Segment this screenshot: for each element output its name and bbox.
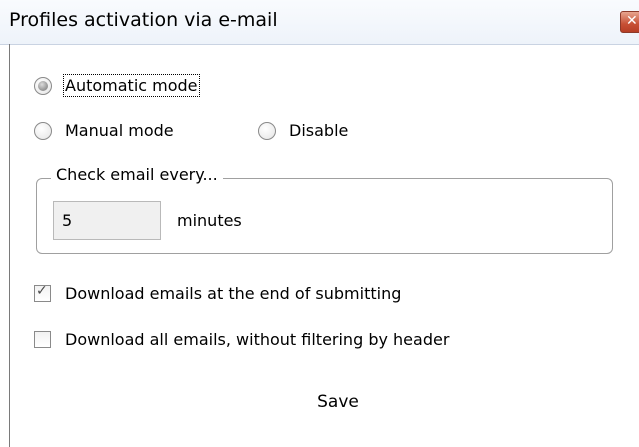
disable-mode-label: Disable (289, 121, 349, 140)
title-bar: Profiles activation via e-mail ✕ (0, 0, 639, 45)
window-title: Profiles activation via e-mail (9, 9, 278, 31)
close-icon: ✕ (626, 13, 638, 29)
automatic-mode-radio[interactable] (34, 77, 52, 95)
check-email-group-label: Check email every... (51, 165, 223, 184)
manual-mode-label: Manual mode (65, 121, 174, 140)
check-interval-input[interactable] (53, 201, 161, 240)
download-at-end-label: Download emails at the end of submitting (65, 284, 402, 303)
close-button[interactable]: ✕ (620, 11, 639, 33)
download-all-label: Download all emails, without filtering b… (65, 330, 450, 349)
manual-mode-radio[interactable] (34, 122, 52, 140)
save-button[interactable]: Save (290, 387, 386, 417)
minutes-label: minutes (177, 211, 242, 230)
disable-mode-radio[interactable] (258, 122, 276, 140)
download-at-end-checkbox[interactable]: ✓ (34, 283, 51, 302)
window-left-border (9, 44, 10, 447)
automatic-mode-label: Automatic mode (63, 74, 200, 97)
check-icon: ✓ (36, 283, 48, 299)
download-all-checkbox[interactable] (34, 331, 51, 348)
